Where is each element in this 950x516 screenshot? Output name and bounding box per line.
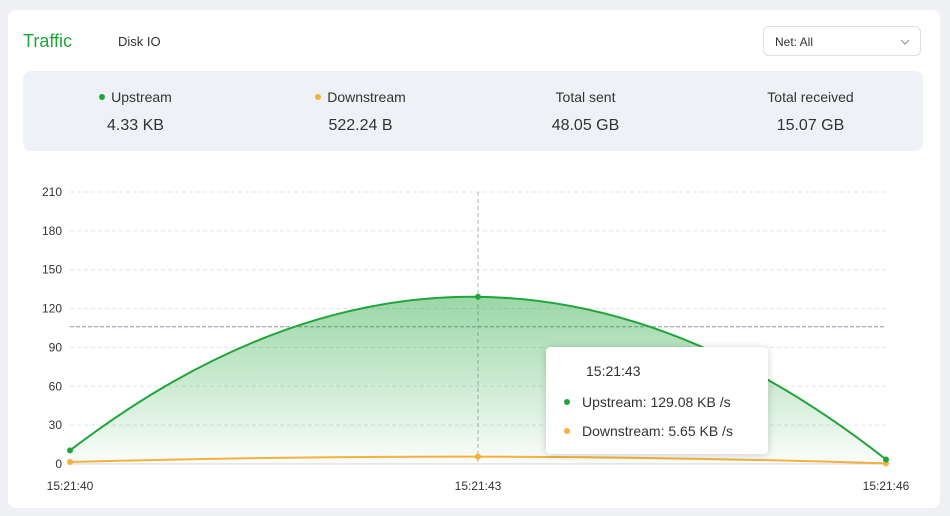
data-point-upstream [883, 456, 889, 463]
tooltip-downstream-row: Downstream: 5.65 KB /s [564, 423, 733, 439]
traffic-chart[interactable]: 030609012015018021015:21:40 15:21:43 15:21… [0, 0, 950, 516]
y-tick-label: 90 [49, 340, 63, 354]
y-tick-label: 150 [42, 263, 62, 277]
tooltip-upstream-row: Upstream: 129.08 KB /s [564, 394, 731, 410]
y-tick-label: 210 [42, 185, 62, 199]
data-point-upstream [475, 293, 481, 300]
tooltip-upstream-text: Upstream: 129.08 KB /s [582, 394, 731, 410]
y-tick-label: 120 [42, 302, 62, 316]
x-tick-label: 15:21:40 [47, 479, 94, 493]
tooltip-downstream-text: Downstream: 5.65 KB /s [582, 423, 733, 439]
y-tick-label: 30 [49, 418, 63, 432]
x-tick-label: 15:21:46 [863, 479, 910, 493]
y-tick-label: 60 [49, 379, 63, 393]
tooltip-time: 15:21:43 [586, 363, 641, 379]
tooltip-upstream-dot [564, 399, 570, 405]
y-tick-label: 180 [42, 224, 62, 238]
x-tick-label: 15:21:43 [455, 479, 502, 493]
data-point-upstream [67, 447, 73, 454]
y-tick-label: 0 [55, 457, 62, 471]
chart-tooltip: 15:21:43 Upstream: 129.08 KB /s Downstre… [546, 347, 768, 454]
tooltip-downstream-dot [564, 428, 570, 434]
data-point-downstream [67, 459, 73, 466]
data-point-downstream [475, 453, 481, 460]
